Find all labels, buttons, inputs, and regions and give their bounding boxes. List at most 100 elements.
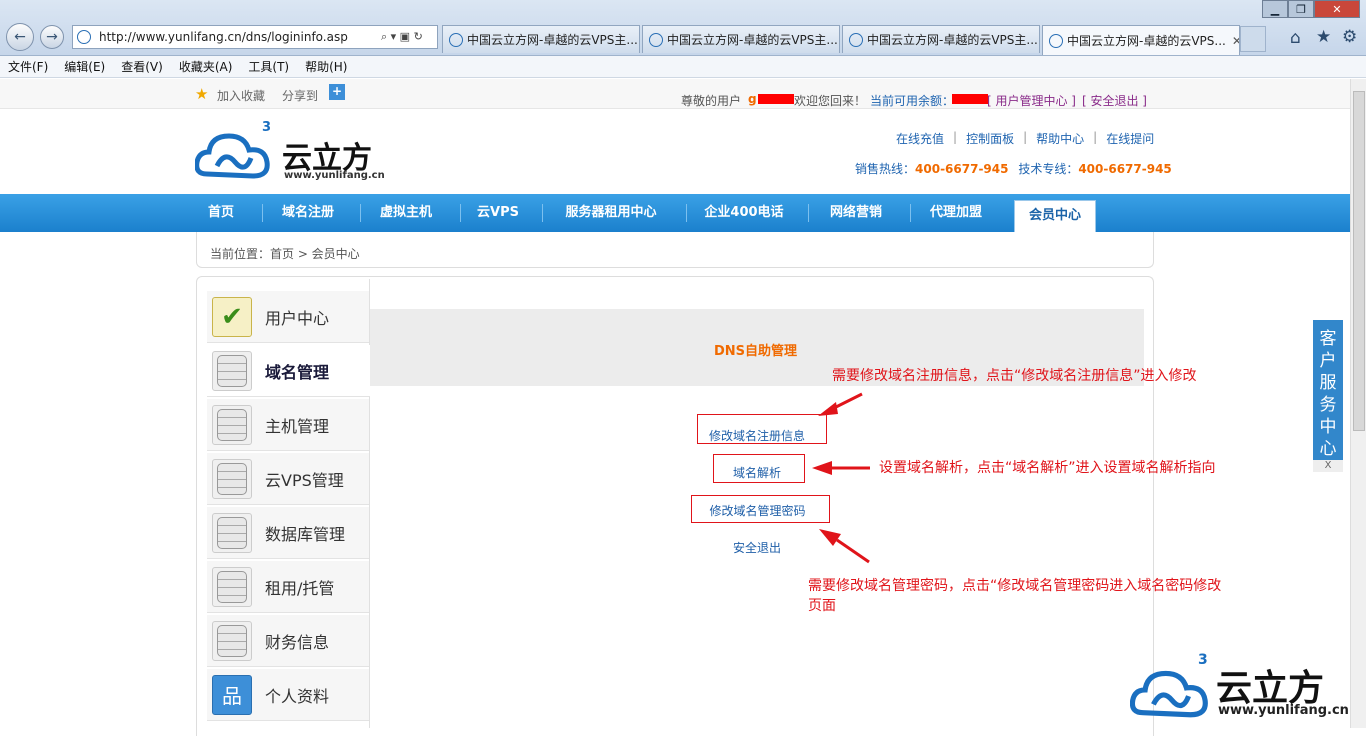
- nav-member-center-active[interactable]: 会员中心: [1014, 200, 1096, 232]
- tab-favicon-icon: [449, 32, 463, 47]
- redacted-balance: [952, 94, 988, 104]
- nav-cloud-vps[interactable]: 云VPS: [468, 194, 528, 232]
- nav-separator: [360, 204, 361, 222]
- tab-close-icon[interactable]: ✕: [1232, 34, 1239, 48]
- balance-label: 当前可用余额：: [870, 94, 955, 108]
- domain-resolve-link[interactable]: 域名解析: [713, 464, 801, 481]
- sidebar-item-db-mgmt[interactable]: 数据库管理: [207, 507, 369, 559]
- sidebar-item-label: 主机管理: [265, 416, 330, 436]
- menu-edit[interactable]: 编辑(E): [56, 58, 113, 75]
- dns-logout-link[interactable]: 安全退出: [713, 539, 801, 556]
- address-bar[interactable]: http://www.yunlifang.cn/dns/logininfo.as…: [72, 25, 438, 49]
- site-favicon-icon: [77, 30, 91, 44]
- arrow-icon: [818, 392, 863, 416]
- menu-favorites[interactable]: 收藏夹(A): [171, 58, 241, 75]
- tab-label: 中国云立方网-卓越的云VPS...: [1067, 34, 1226, 48]
- nav-agent[interactable]: 代理加盟: [918, 194, 994, 232]
- nav-separator: [262, 204, 263, 222]
- header-link-ask[interactable]: 在线提问: [1106, 130, 1154, 147]
- nav-separator: [808, 204, 809, 222]
- nav-separator: [460, 204, 461, 222]
- arrow-icon: [819, 529, 870, 564]
- watermark-url: www.yunlifang.cn: [1218, 703, 1349, 718]
- nav-marketing[interactable]: 网络营销: [816, 194, 896, 232]
- tab-favicon-icon: [1049, 33, 1063, 48]
- watermark-cloud-icon: [1129, 661, 1214, 723]
- annotation-3-line2: 页面: [808, 598, 836, 614]
- forward-button[interactable]: →: [40, 25, 64, 49]
- menu-tools[interactable]: 工具(T): [240, 58, 297, 75]
- sidebar-item-host-mgmt[interactable]: 主机管理: [207, 399, 369, 451]
- arrow-icon: [812, 461, 870, 475]
- new-tab-button[interactable]: [1240, 26, 1266, 52]
- sidebar-item-finance[interactable]: 财务信息: [207, 615, 369, 667]
- sidebar-item-vps-mgmt[interactable]: 云VPS管理: [207, 453, 369, 505]
- browser-tab-2[interactable]: 中国云立方网-卓越的云VPS主...: [642, 25, 840, 53]
- nav-home[interactable]: 首页: [196, 194, 246, 232]
- menu-help[interactable]: 帮助(H): [297, 58, 355, 75]
- menu-view[interactable]: 查看(V): [113, 58, 171, 75]
- menu-file[interactable]: 文件(F): [0, 58, 56, 75]
- greeting-prefix: 尊敬的用户: [681, 94, 742, 108]
- minimize-button[interactable]: ▁: [1262, 0, 1288, 18]
- browser-tab-3[interactable]: 中国云立方网-卓越的云VPS主...: [842, 25, 1040, 53]
- favorites-star-icon[interactable]: ★: [1316, 27, 1331, 47]
- logout-link[interactable]: [ 安全退出 ]: [1082, 92, 1147, 109]
- sidebar-item-label: 租用/托管: [265, 578, 335, 598]
- header-links: 在线充值 | 控制面板 | 帮助中心 | 在线提问: [896, 130, 1155, 147]
- modify-pwd-link[interactable]: 修改域名管理密码: [691, 502, 824, 519]
- add-favorite-link[interactable]: 加入收藏: [217, 87, 265, 104]
- breadcrumb: 当前位置：首页 > 会员中心: [196, 232, 1154, 268]
- nav-400-phone[interactable]: 企业400电话: [694, 194, 794, 232]
- page-content: ★ 加入收藏 分享到 + 尊敬的用户 g 欢迎您回来！ 当前可用余额： [ 用户…: [0, 79, 1366, 736]
- tech-phone: 400-6677-945: [1078, 162, 1172, 176]
- sales-label: 销售热线：: [855, 162, 916, 176]
- database-icon: [212, 620, 252, 661]
- forward-arrow-icon: →: [46, 29, 58, 45]
- header-link-recharge[interactable]: 在线充值: [896, 130, 944, 147]
- browser-tab-1[interactable]: 中国云立方网-卓越的云VPS主...: [442, 25, 640, 53]
- watermark-superscript: 3: [1198, 652, 1208, 668]
- back-button[interactable]: ←: [6, 23, 34, 51]
- database-icon: [212, 350, 252, 391]
- scrollbar-thumb[interactable]: [1353, 91, 1365, 431]
- search-refresh-icons[interactable]: ⌕ ▾ ▣ ↻: [381, 30, 437, 44]
- header-link-help[interactable]: 帮助中心: [1036, 130, 1084, 147]
- url-text[interactable]: http://www.yunlifang.cn/dns/logininfo.as…: [95, 30, 381, 44]
- sidebar-item-profile[interactable]: 品 个人资料: [207, 669, 369, 721]
- nav-virtual-host[interactable]: 虚拟主机: [368, 194, 444, 232]
- header-link-control-panel[interactable]: 控制面板: [966, 130, 1014, 147]
- maximize-button[interactable]: ❐: [1288, 0, 1314, 18]
- home-icon[interactable]: ⌂: [1290, 28, 1301, 48]
- nav-domain-reg[interactable]: 域名注册: [270, 194, 346, 232]
- username-partial: g: [748, 92, 757, 106]
- sidebar-item-domain-mgmt[interactable]: 域名管理: [207, 345, 370, 397]
- sidebar-item-label: 数据库管理: [265, 524, 346, 544]
- tab-label: 中国云立方网-卓越的云VPS主...: [667, 33, 838, 47]
- close-window-button[interactable]: ✕: [1314, 0, 1360, 18]
- database-icon: [212, 566, 252, 607]
- nav-server-rental[interactable]: 服务器租用中心: [550, 194, 672, 232]
- hotlines: 销售热线：400-6677-945 技术专线：400-6677-945: [855, 160, 1172, 177]
- share-label: 分享到: [282, 89, 319, 103]
- back-arrow-icon: ←: [14, 29, 26, 45]
- tab-favicon-icon: [849, 32, 863, 47]
- sidebar-item-rental[interactable]: 租用/托管: [207, 561, 369, 613]
- browser-toolbar: ← → http://www.yunlifang.cn/dns/logininf…: [0, 0, 1366, 56]
- sidebar-item-label: 云VPS管理: [265, 470, 344, 490]
- share-plus-icon[interactable]: +: [329, 84, 345, 100]
- sidebar-item-label: 用户中心: [265, 308, 330, 328]
- user-center-link[interactable]: [ 用户管理中心 ]: [987, 92, 1076, 109]
- customer-service-tab[interactable]: 客户服务中心: [1313, 320, 1343, 460]
- welcome-text: 欢迎您回来！: [794, 94, 867, 108]
- settings-gear-icon[interactable]: ⚙: [1342, 27, 1357, 47]
- dns-title: DNS自助管理: [714, 344, 798, 359]
- modify-reg-link[interactable]: 修改域名注册信息: [697, 427, 817, 444]
- annotation-3-line1: 需要修改域名管理密码，点击“修改域名管理密码进入域名密码修改: [808, 578, 1222, 594]
- customer-service-close[interactable]: X: [1313, 460, 1343, 472]
- annotation-1: 需要修改域名注册信息，点击“修改域名注册信息”进入修改: [832, 368, 1197, 384]
- vertical-scrollbar[interactable]: [1350, 79, 1366, 728]
- database-icon: [212, 512, 252, 553]
- sidebar-item-user-center[interactable]: ✔ 用户中心: [207, 291, 369, 343]
- browser-tab-4-active[interactable]: 中国云立方网-卓越的云VPS... ✕: [1042, 25, 1240, 55]
